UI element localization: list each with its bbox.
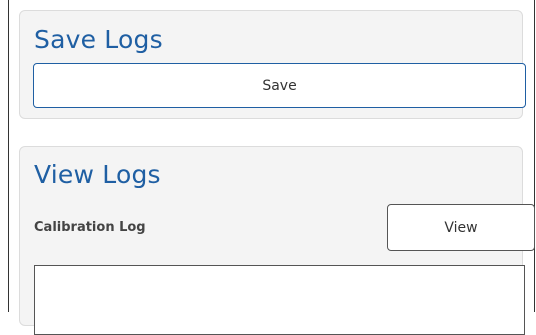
save-button[interactable]: Save bbox=[33, 63, 526, 108]
save-logs-title: Save Logs bbox=[34, 25, 163, 54]
content-frame: Save Logs Save View Logs Calibration Log… bbox=[8, 0, 535, 335]
view-logs-panel: View Logs Calibration Log View bbox=[19, 146, 535, 335]
view-calibration-log-button[interactable]: View bbox=[387, 204, 535, 251]
view-logs-title: View Logs bbox=[34, 160, 161, 189]
calibration-log-label: Calibration Log bbox=[34, 220, 146, 235]
save-logs-panel: Save Logs Save bbox=[19, 10, 526, 119]
calibration-log-output[interactable] bbox=[34, 265, 525, 335]
